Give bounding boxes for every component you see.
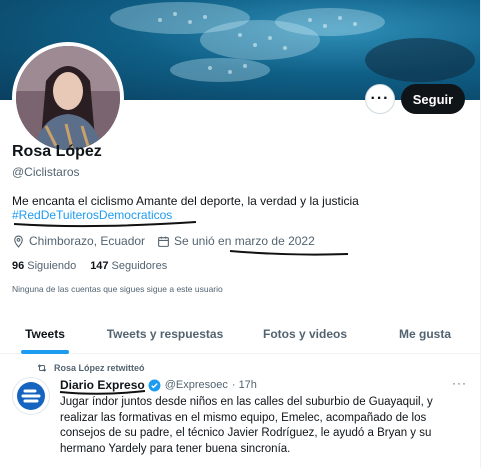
tab-likes[interactable]: Me gusta bbox=[370, 314, 480, 354]
tweet-header: Diario Expreso @Expresoec · 17h bbox=[60, 378, 257, 392]
tweet-author-handle[interactable]: @Expresoec bbox=[165, 379, 228, 391]
tweet-more-icon[interactable]: ··· bbox=[452, 376, 467, 390]
retweet-context: Rosa López retwitteó bbox=[36, 362, 145, 374]
profile-tabs: Tweets Tweets y respuestas Fotos y video… bbox=[0, 314, 480, 354]
calendar-icon bbox=[158, 236, 169, 247]
retweet-label[interactable]: Rosa López retwitteó bbox=[54, 363, 145, 373]
profile-stats: 96 Siguiendo 147 Seguidores bbox=[12, 260, 181, 272]
more-options-icon: ··· bbox=[370, 90, 390, 107]
following-label: Siguiendo bbox=[27, 260, 77, 272]
profile-join-date: Se unió en marzo de 2022 bbox=[157, 234, 315, 248]
tweet-time[interactable]: · 17h bbox=[232, 379, 257, 391]
tweet-author-avatar[interactable] bbox=[12, 377, 50, 415]
more-options-button[interactable]: ··· bbox=[365, 84, 395, 114]
retweet-icon bbox=[37, 364, 47, 372]
profile-location: Chimborazo, Ecuador bbox=[12, 234, 145, 248]
followers-link[interactable]: 147 Seguidores bbox=[90, 260, 167, 272]
hashtag-underline bbox=[13, 221, 197, 228]
location-text: Chimborazo, Ecuador bbox=[29, 234, 146, 248]
follow-button[interactable]: Seguir bbox=[401, 84, 465, 114]
following-count: 96 bbox=[12, 260, 25, 272]
tweet-author-name[interactable]: Diario Expreso bbox=[60, 378, 145, 392]
followers-count: 147 bbox=[90, 260, 109, 272]
expreso-logo-icon bbox=[17, 382, 45, 410]
tweet-text: Jugar índor juntos desde niños en las ca… bbox=[60, 396, 433, 455]
profile-bio: Me encanta el ciclismo Amante del deport… bbox=[12, 194, 359, 208]
profile-avatar[interactable] bbox=[12, 42, 124, 154]
profile-name: Rosa López bbox=[12, 143, 102, 160]
profile-handle: @Ciclistaros bbox=[12, 165, 80, 179]
bio-hashtag-link[interactable]: #RedDeTuiterosDemocraticos bbox=[12, 208, 172, 222]
tab-tweets-and-replies[interactable]: Tweets y respuestas bbox=[90, 314, 240, 354]
following-link[interactable]: 96 Siguiendo bbox=[12, 260, 76, 272]
followers-label: Seguidores bbox=[111, 260, 168, 272]
join-date-text: Se unió en marzo de 2022 bbox=[174, 234, 315, 248]
verified-badge-icon bbox=[148, 379, 161, 391]
avatar-photo bbox=[16, 46, 120, 150]
join-date-underline bbox=[229, 250, 349, 256]
location-pin-icon bbox=[14, 235, 23, 248]
scrollbar-edge bbox=[480, 0, 489, 468]
no-common-followers-text: Ninguna de las cuentas que sigues sigue … bbox=[12, 284, 223, 294]
tab-tweets[interactable]: Tweets bbox=[0, 314, 90, 354]
tab-photos-and-videos[interactable]: Fotos y videos bbox=[240, 314, 370, 354]
